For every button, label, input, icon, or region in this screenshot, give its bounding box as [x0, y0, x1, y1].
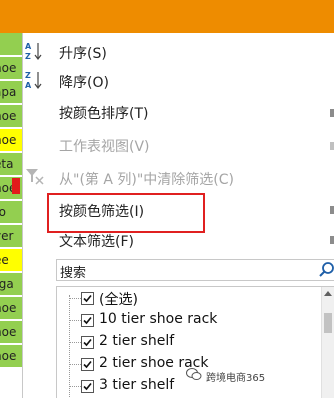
submenu-arrow-icon — [330, 236, 334, 244]
menu-item-sort-by-color[interactable]: 按颜色排序(T) — [59, 103, 148, 123]
scroll-up-icon[interactable] — [324, 291, 332, 296]
checkbox-checked[interactable] — [81, 358, 94, 371]
svg-text:A: A — [25, 81, 32, 90]
scroll-thumb[interactable] — [324, 313, 332, 333]
sort-descending-icon: Z A — [25, 71, 42, 90]
checkbox-checked[interactable] — [81, 336, 94, 349]
menu-item-text-filter[interactable]: 文本筛选(F) — [59, 231, 134, 251]
svg-text:Z: Z — [25, 52, 31, 61]
cell-selection-marker — [12, 178, 20, 194]
list-item-label: 10 tier shoe rack — [99, 311, 218, 327]
annotation-highlight-box — [47, 193, 205, 233]
submenu-arrow-icon — [330, 142, 334, 150]
list-item-label: 3 tier shelf — [99, 377, 175, 393]
menu-item-sort-ascending[interactable]: 升序(S) — [59, 43, 107, 63]
list-scrollbar[interactable] — [321, 287, 334, 398]
cell[interactable]: ee — [0, 249, 22, 271]
filter-dropdown-menu: A Z 升序(S) Z A 降序(O) 按颜色排序(T) 工作表视图(V) 从"… — [22, 33, 334, 398]
cell[interactable]: hoe — [0, 297, 22, 319]
watermark-text: 跨境电商365 — [206, 373, 266, 384]
menu-item-sort-descending[interactable]: 降序(O) — [59, 72, 109, 92]
cell[interactable]: ver — [0, 225, 22, 247]
spreadsheet-column: r hoe apa hoe hoe eta hoe ro ver ee rga … — [0, 33, 22, 398]
wechat-logo-icon — [186, 368, 202, 380]
checkbox-checked[interactable] — [81, 292, 94, 305]
ribbon-top-bar — [0, 0, 334, 33]
cell[interactable]: ro — [0, 201, 22, 223]
svg-text:A: A — [25, 42, 32, 51]
cell[interactable]: r — [0, 33, 22, 55]
list-item-label: (全选) — [99, 292, 138, 308]
cell[interactable]: apa — [0, 81, 22, 103]
checkbox-checked[interactable] — [81, 314, 94, 327]
submenu-arrow-icon — [330, 109, 334, 117]
submenu-arrow-icon — [330, 206, 334, 214]
cell[interactable]: hoe — [0, 129, 22, 151]
menu-item-clear-filter: 从"(第 A 列)"中清除筛选(C) — [59, 172, 234, 188]
svg-text:Z: Z — [25, 71, 31, 80]
search-placeholder: 搜索 — [60, 266, 87, 281]
checkbox-checked[interactable] — [81, 380, 94, 393]
filter-search-input[interactable]: 搜索 — [56, 259, 334, 281]
tree-connector — [69, 295, 70, 398]
cell[interactable]: hoe — [0, 105, 22, 127]
menu-item-sheet-view: 工作表视图(V) — [59, 139, 150, 155]
clear-filter-icon — [26, 169, 44, 185]
cell[interactable]: rga — [0, 273, 22, 295]
cell[interactable]: hoe — [0, 345, 22, 367]
cell[interactable]: eta — [0, 153, 22, 175]
list-item-label: 2 tier shelf — [99, 333, 175, 349]
search-icon — [319, 262, 334, 277]
cell[interactable]: hoe — [0, 321, 22, 343]
sort-ascending-icon: A Z — [25, 42, 42, 61]
cell[interactable]: hoe — [0, 57, 22, 79]
watermark: 跨境电商365 — [186, 368, 266, 384]
